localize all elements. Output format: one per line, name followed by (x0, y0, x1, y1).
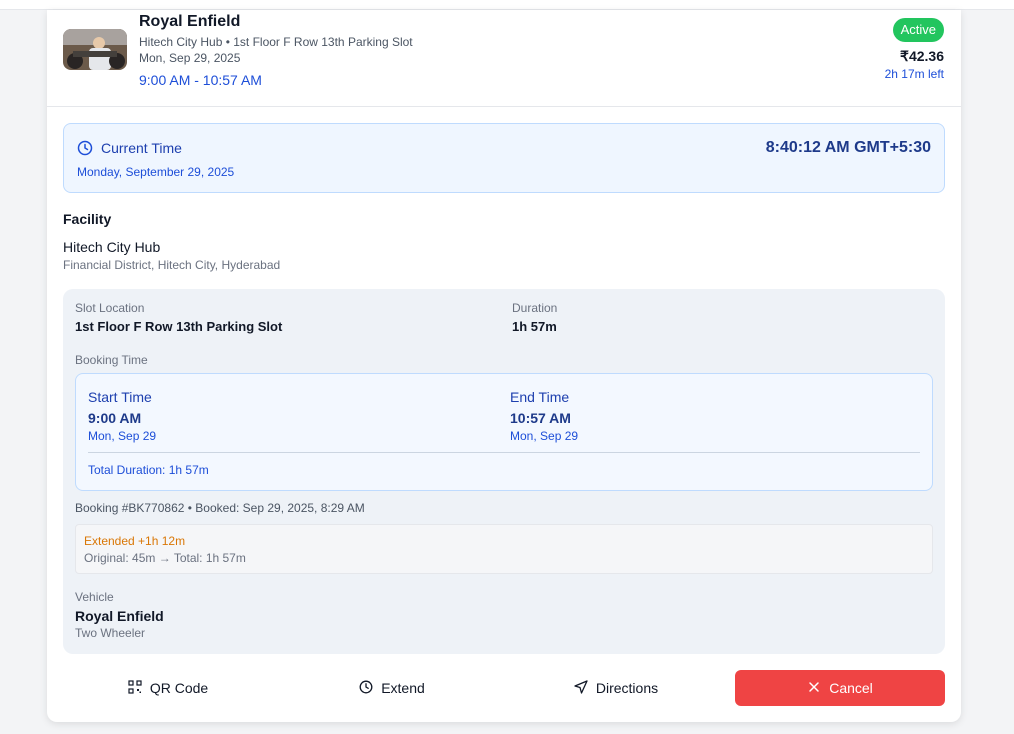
close-icon (807, 680, 821, 697)
current-time-label: Current Time (101, 140, 182, 156)
vehicle-label: Vehicle (75, 590, 114, 604)
booking-time-range: 9:00 AM - 10:57 AM (139, 72, 262, 88)
time-left: 2h 17m left (884, 67, 944, 81)
end-date: Mon, Sep 29 (510, 429, 579, 443)
end-time-label: End Time (510, 389, 570, 405)
qr-code-button[interactable]: QR Code (63, 670, 273, 706)
vehicle-type: Two Wheeler (75, 626, 146, 640)
extension-notice: Extended +1h 12m Original: 45m → Total: … (75, 524, 933, 574)
slot-location-label: Slot Location (75, 301, 145, 315)
vehicle-name: Royal Enfield (75, 608, 164, 624)
clock-icon (359, 680, 373, 697)
extended-detail: Original: 45m → Total: 1h 57m (84, 551, 246, 565)
booking-time-label: Booking Time (75, 353, 148, 367)
vehicle-thumbnail (63, 29, 127, 70)
qr-code-icon (128, 679, 142, 697)
facility-heading: Facility (63, 211, 112, 227)
clock-icon (77, 140, 93, 156)
action-bar: QR Code Extend Directions Cancel (63, 670, 945, 706)
vehicle-title: Royal Enfield (139, 13, 241, 30)
extend-label: Extend (381, 680, 425, 696)
location-subtitle: Hitech City Hub • 1st Floor F Row 13th P… (139, 35, 413, 49)
booking-date: Mon, Sep 29, 2025 (139, 51, 241, 65)
extended-label: Extended +1h 12m (84, 534, 186, 548)
divider (88, 452, 920, 453)
current-date: Monday, September 29, 2025 (77, 165, 235, 179)
navigation-arrow-icon (574, 679, 588, 697)
top-bar (0, 0, 1014, 10)
total-duration: Total Duration: 1h 57m (88, 463, 209, 477)
facility-name: Hitech City Hub (63, 239, 161, 255)
end-time-value: 10:57 AM (510, 410, 571, 426)
booking-card: Royal Enfield Hitech City Hub • 1st Floo… (47, 10, 961, 722)
current-clock: 8:40:12 AM GMT+5:30 (765, 139, 931, 156)
duration-label: Duration (512, 301, 558, 315)
directions-label: Directions (595, 680, 659, 696)
booking-header: Royal Enfield Hitech City Hub • 1st Floo… (47, 10, 961, 107)
start-time-label: Start Time (88, 389, 152, 405)
facility-address: Financial District, Hitech City, Hyderab… (63, 258, 281, 272)
duration-value: 1h 57m (512, 319, 557, 334)
extend-button[interactable]: Extend (287, 670, 497, 706)
cancel-button[interactable]: Cancel (735, 670, 945, 706)
status-badge: Active (892, 18, 944, 42)
slot-location-value: 1st Floor F Row 13th Parking Slot (75, 319, 283, 334)
price: ₹42.36 (900, 48, 944, 64)
directions-button[interactable]: Directions (511, 670, 721, 706)
booking-time-box: Start Time 9:00 AM Mon, Sep 29 End Time … (75, 373, 933, 491)
current-time-panel: Current Time Monday, September 29, 2025 … (63, 123, 945, 193)
booking-details-panel: Slot Location 1st Floor F Row 13th Parki… (63, 289, 945, 654)
booking-meta: Booking #BK770862 • Booked: Sep 29, 2025… (75, 501, 365, 515)
cancel-label: Cancel (829, 680, 873, 696)
start-date: Mon, Sep 29 (88, 429, 157, 443)
qr-code-label: QR Code (149, 680, 209, 696)
start-time-value: 9:00 AM (88, 410, 142, 426)
